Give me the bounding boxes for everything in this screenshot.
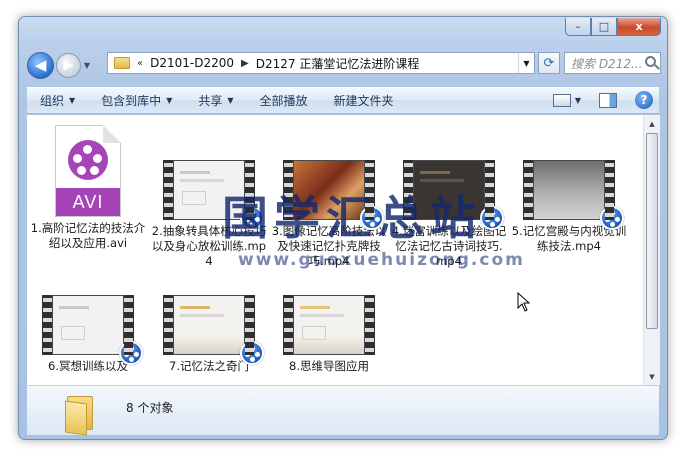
breadcrumb-item-current[interactable]: D2127 正藩堂记忆法进阶课程 <box>256 55 420 72</box>
video-thumbnail <box>523 160 624 230</box>
help-icon[interactable]: ? <box>635 91 653 109</box>
scroll-up-icon[interactable]: ▲ <box>645 116 659 131</box>
play-all-button[interactable]: 全部播放 <box>247 92 321 109</box>
media-player-icon <box>600 206 624 230</box>
minimize-button[interactable]: – <box>565 18 591 36</box>
address-dropdown-icon[interactable]: ▼ <box>518 53 534 73</box>
file-item[interactable]: 5.记忆宫殿与内视觉训练技法.mp4 <box>511 160 627 254</box>
details-pane: 8 个对象 <box>27 385 659 436</box>
file-item[interactable]: 7.记忆法之奇门 <box>151 295 267 374</box>
search-input[interactable]: 搜索 D212... <box>564 52 661 74</box>
caption-buttons: – □ x <box>565 18 661 37</box>
video-thumbnail <box>283 295 375 355</box>
file-name: 8.思维导图应用 <box>289 359 369 373</box>
chevron-down-icon: ▼ <box>166 96 173 105</box>
scroll-down-icon[interactable]: ▼ <box>645 369 659 384</box>
search-icon[interactable] <box>645 56 656 67</box>
change-view-icon[interactable] <box>552 93 571 107</box>
avi-badge: AVI <box>56 188 120 216</box>
scrollbar-thumb[interactable] <box>646 133 658 329</box>
maximize-button[interactable]: □ <box>591 18 617 36</box>
media-player-icon <box>480 206 504 230</box>
vertical-scrollbar[interactable]: ▲ ▼ <box>643 115 660 385</box>
chevron-down-icon: ▼ <box>227 96 234 105</box>
folder-icon <box>65 396 97 436</box>
preview-pane-icon[interactable] <box>599 92 617 108</box>
command-bar: 组织 ▼ 包含到库中 ▼ 共享 ▼ 全部播放 新建文件夹 ▼ ? <box>27 87 659 114</box>
file-item[interactable]: 6.冥想训练以及 <box>30 295 146 374</box>
search-placeholder: 搜索 D212... <box>571 56 643 71</box>
recent-pages-dropdown[interactable]: ▼ <box>81 61 93 70</box>
organize-menu[interactable]: 组织 ▼ <box>27 92 88 109</box>
media-player-icon <box>119 341 143 365</box>
share-menu[interactable]: 共享 ▼ <box>185 92 246 109</box>
media-player-icon <box>240 341 264 365</box>
watermark-url: www.guoxuehuizong.com <box>238 250 525 270</box>
close-button[interactable]: x <box>617 18 661 36</box>
video-thumbnail <box>163 295 264 365</box>
watermark-text: 国学汇总站 <box>222 191 482 245</box>
breadcrumb-item[interactable]: D2101-D2200 <box>150 56 234 70</box>
forward-button[interactable]: ▶ <box>56 52 81 78</box>
chevron-down-icon: ▼ <box>69 96 76 105</box>
breadcrumb-arrow[interactable]: ▶ <box>241 58 249 69</box>
address-bar[interactable]: « D2101-D2200 ▶ D2127 正藩堂记忆法进阶课程 ▼ <box>107 52 535 74</box>
file-item[interactable]: 8.思维导图应用 <box>271 295 387 374</box>
navigation-bar: ◀ ▶ ▼ « D2101-D2200 ▶ D2127 正藩堂记忆法进阶课程 ▼… <box>27 50 661 80</box>
video-thumbnail <box>42 295 143 365</box>
avi-file-icon: AVI <box>55 125 121 217</box>
folder-icon <box>114 57 130 69</box>
file-name: 1.高阶记忆法的技法介绍以及应用.avi <box>30 221 146 250</box>
breadcrumb-overflow[interactable]: « <box>137 58 143 69</box>
item-count: 8 个对象 <box>126 401 174 415</box>
view-options-dropdown[interactable]: ▼ <box>575 96 581 105</box>
new-folder-button[interactable]: 新建文件夹 <box>321 92 407 109</box>
back-button[interactable]: ◀ <box>27 51 54 79</box>
file-item[interactable]: AVI 1.高阶记忆法的技法介绍以及应用.avi <box>30 125 146 251</box>
refresh-button[interactable]: ⟳ <box>538 52 560 74</box>
include-in-library-menu[interactable]: 包含到库中 ▼ <box>88 92 185 109</box>
